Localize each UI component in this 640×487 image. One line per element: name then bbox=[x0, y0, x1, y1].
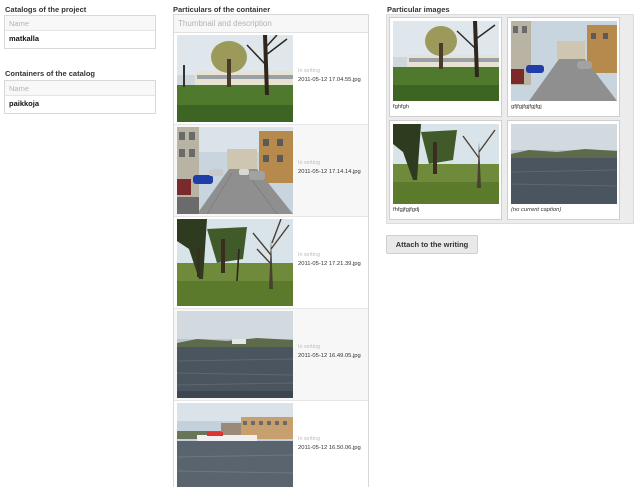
particular-item[interactable]: In writing 2011-05-12 16.49.05.jpg bbox=[174, 309, 368, 401]
particular-item[interactable]: In writing 2011-05-12 16.50.06.jpg bbox=[174, 401, 368, 487]
image-tile[interactable]: gfjfgjfgjfgjfgj bbox=[507, 17, 620, 117]
catalogs-name-header: Name bbox=[5, 16, 155, 31]
containers-name-header: Name bbox=[5, 81, 155, 96]
particulars-header: Thumbnail and description bbox=[174, 15, 368, 33]
catalog-row[interactable]: matkalla bbox=[5, 31, 155, 47]
particular-thumbnail[interactable] bbox=[177, 219, 293, 306]
particular-status: In writing bbox=[298, 344, 321, 350]
particular-item[interactable]: In writing 2011-05-12 17.21.39.jpg bbox=[174, 217, 368, 309]
image-thumbnail[interactable] bbox=[511, 21, 617, 101]
particular-thumbnail[interactable] bbox=[177, 311, 293, 398]
particular-filename: 2011-05-12 17.14.14.jpg bbox=[298, 169, 361, 175]
image-tile[interactable]: (no current caption) bbox=[507, 120, 620, 220]
image-thumbnail[interactable] bbox=[511, 124, 617, 204]
catalogs-table: Name matkalla bbox=[4, 15, 156, 49]
image-caption: fghfgh bbox=[393, 104, 410, 110]
particular-item[interactable]: In writing 2011-05-12 17.04.55.jpg bbox=[174, 33, 368, 125]
image-tile[interactable]: fhfgjfgjfgdj bbox=[389, 120, 502, 220]
particular-filename: 2011-05-12 16.50.06.jpg bbox=[298, 445, 361, 451]
image-caption: gfjfgjfgjfgjfgj bbox=[511, 104, 542, 110]
particular-thumbnail[interactable] bbox=[177, 127, 293, 214]
particular-images-panel: fghfgh gfjfgjfgjfgjfgj fhfgjfgjfgdj (no … bbox=[386, 14, 634, 224]
containers-table: Name paikkoja bbox=[4, 80, 156, 114]
catalogs-title: Catalogs of the project bbox=[5, 5, 87, 14]
particular-thumbnail[interactable] bbox=[177, 35, 293, 122]
particular-item[interactable]: In writing 2011-05-12 17.14.14.jpg bbox=[174, 125, 368, 217]
image-thumbnail[interactable] bbox=[393, 124, 499, 204]
image-tile[interactable]: fghfgh bbox=[389, 17, 502, 117]
particular-filename: 2011-05-12 16.49.05.jpg bbox=[298, 353, 361, 359]
particular-thumbnail[interactable] bbox=[177, 403, 293, 487]
particular-images-title: Particular images bbox=[387, 5, 450, 14]
image-caption: fhfgjfgjfgdj bbox=[393, 207, 420, 213]
particular-filename: 2011-05-12 17.21.39.jpg bbox=[298, 261, 361, 267]
particular-status: In writing bbox=[298, 68, 321, 74]
attach-to-writing-button[interactable]: Attach to the writing bbox=[386, 235, 478, 254]
containers-title: Containers of the catalog bbox=[5, 69, 96, 78]
image-caption: (no current caption) bbox=[511, 207, 562, 213]
container-row[interactable]: paikkoja bbox=[5, 96, 155, 112]
particular-status: In writing bbox=[298, 436, 321, 442]
particulars-title: Particulars of the container bbox=[173, 5, 271, 14]
particulars-list: Thumbnail and description In writing 201… bbox=[173, 14, 369, 487]
image-thumbnail[interactable] bbox=[393, 21, 499, 101]
particular-filename: 2011-05-12 17.04.55.jpg bbox=[298, 77, 361, 83]
particular-status: In writing bbox=[298, 252, 321, 258]
particular-status: In writing bbox=[298, 160, 321, 166]
